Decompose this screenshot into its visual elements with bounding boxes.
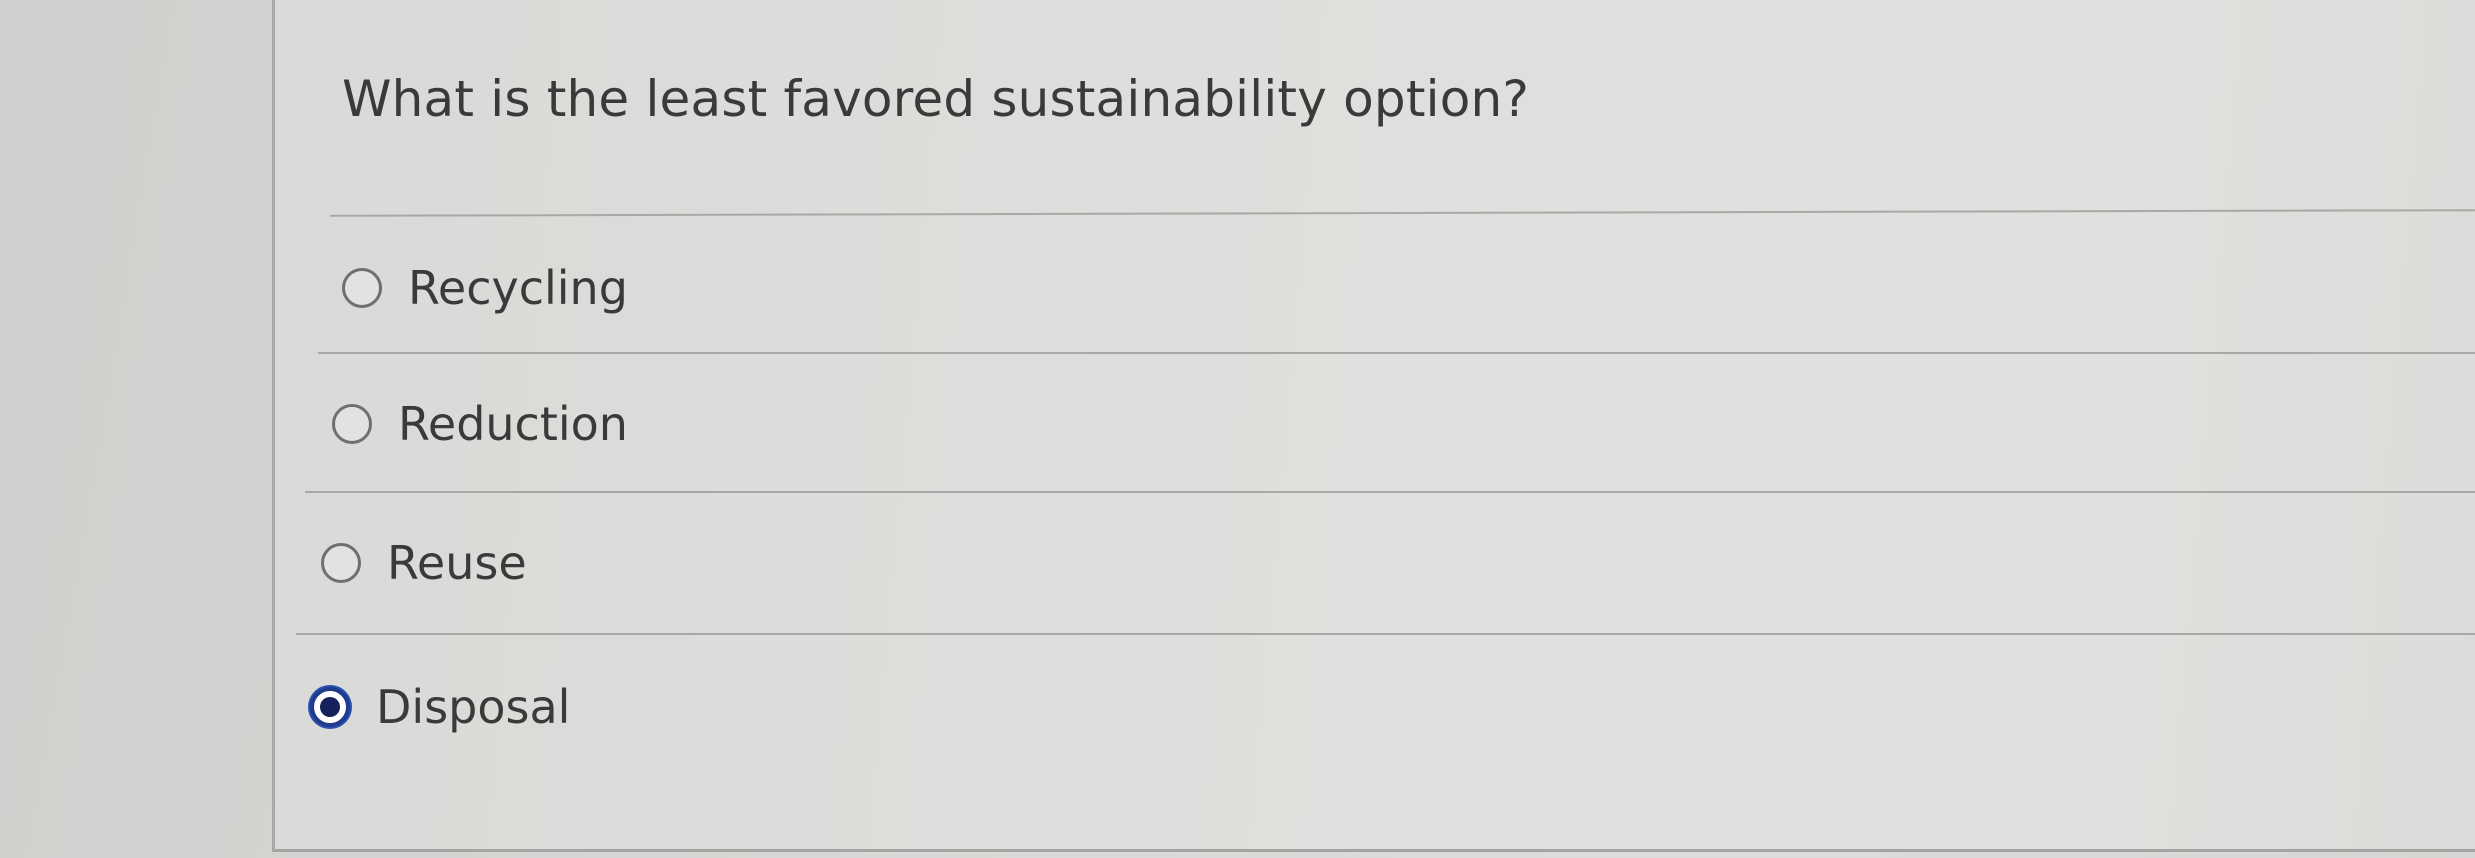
- radio-button-icon[interactable]: [332, 404, 372, 444]
- option-reuse[interactable]: Reuse: [321, 533, 527, 593]
- option-label: Recycling: [408, 261, 628, 315]
- divider: [318, 352, 2475, 354]
- option-label: Reduction: [398, 397, 628, 451]
- radio-button-icon[interactable]: [321, 543, 361, 583]
- option-label: Reuse: [387, 536, 527, 590]
- option-recycling[interactable]: Recycling: [342, 258, 628, 318]
- divider: [296, 633, 2475, 635]
- option-label: Disposal: [376, 680, 571, 734]
- question-text: What is the least favored sustainability…: [342, 70, 1530, 128]
- divider: [305, 491, 2475, 493]
- radio-button-icon[interactable]: [342, 268, 382, 308]
- option-reduction[interactable]: Reduction: [332, 394, 628, 454]
- selected-radio-button-icon[interactable]: [310, 687, 350, 727]
- option-disposal[interactable]: Disposal: [310, 677, 570, 737]
